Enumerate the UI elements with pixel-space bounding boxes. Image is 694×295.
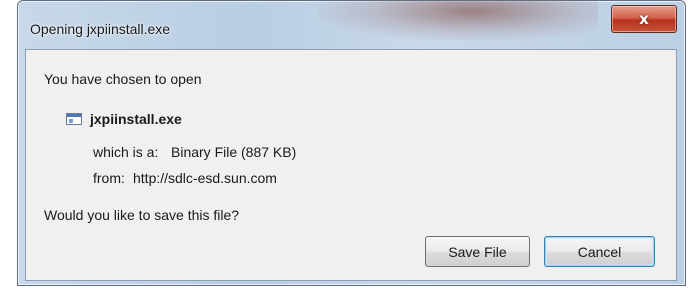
file-name: jxpiinstall.exe (90, 111, 182, 127)
file-type-label: which is a: (93, 144, 159, 160)
source-label: from: (93, 170, 125, 186)
close-icon: x (639, 10, 649, 28)
dialog-window: Opening jxpiinstall.exe x You have chose… (17, 0, 686, 286)
file-type-value: Binary File (887 KB) (171, 144, 297, 160)
title-bar-glow (318, 1, 598, 41)
executable-file-icon (66, 113, 82, 125)
close-button[interactable]: x (611, 5, 677, 33)
source-value: http://sdlc-esd.sun.com (133, 170, 277, 186)
dialog-content: You have chosen to open jxpiinstall.exe … (25, 49, 677, 281)
save-question: Would you like to save this file? (44, 207, 240, 223)
cancel-button[interactable]: Cancel (544, 236, 655, 267)
window-title: Opening jxpiinstall.exe (30, 21, 171, 37)
save-file-button[interactable]: Save File (425, 236, 530, 267)
intro-text: You have chosen to open (44, 71, 202, 87)
